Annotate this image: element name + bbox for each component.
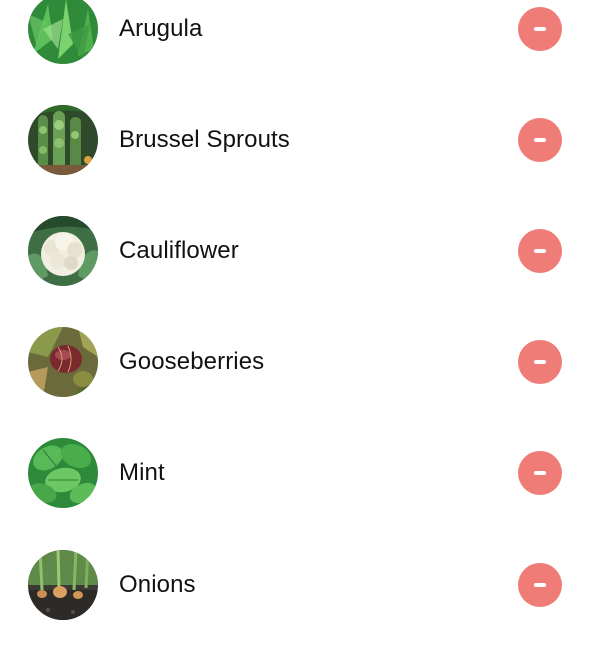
list-item: Arugula (0, 0, 591, 64)
list-item: Mint (0, 438, 591, 508)
item-label: Mint (119, 459, 165, 486)
remove-button[interactable] (518, 451, 562, 495)
minus-circle-icon (534, 249, 546, 253)
brussel-sprouts-thumbnail (28, 105, 98, 175)
minus-circle-icon (534, 27, 546, 31)
remove-button[interactable] (518, 340, 562, 384)
cauliflower-thumbnail (28, 216, 98, 286)
remove-button[interactable] (518, 563, 562, 607)
mint-thumbnail (28, 438, 98, 508)
item-label: Arugula (119, 15, 203, 42)
onions-thumbnail (28, 550, 98, 620)
remove-button[interactable] (518, 118, 562, 162)
list-item: Gooseberries (0, 327, 591, 397)
item-label: Brussel Sprouts (119, 126, 290, 153)
remove-button[interactable] (518, 7, 562, 51)
minus-circle-icon (534, 138, 546, 142)
arugula-thumbnail (28, 0, 98, 64)
item-label: Gooseberries (119, 348, 265, 375)
produce-list: Arugula Brussel Sprouts Cauliflower Goos… (0, 0, 591, 650)
item-label: Onions (119, 571, 196, 598)
minus-circle-icon (534, 471, 546, 475)
list-item: Brussel Sprouts (0, 105, 591, 175)
minus-circle-icon (534, 583, 546, 587)
list-item: Cauliflower (0, 216, 591, 286)
minus-circle-icon (534, 360, 546, 364)
remove-button[interactable] (518, 229, 562, 273)
item-label: Cauliflower (119, 237, 239, 264)
gooseberries-thumbnail (28, 327, 98, 397)
list-item: Onions (0, 550, 591, 620)
